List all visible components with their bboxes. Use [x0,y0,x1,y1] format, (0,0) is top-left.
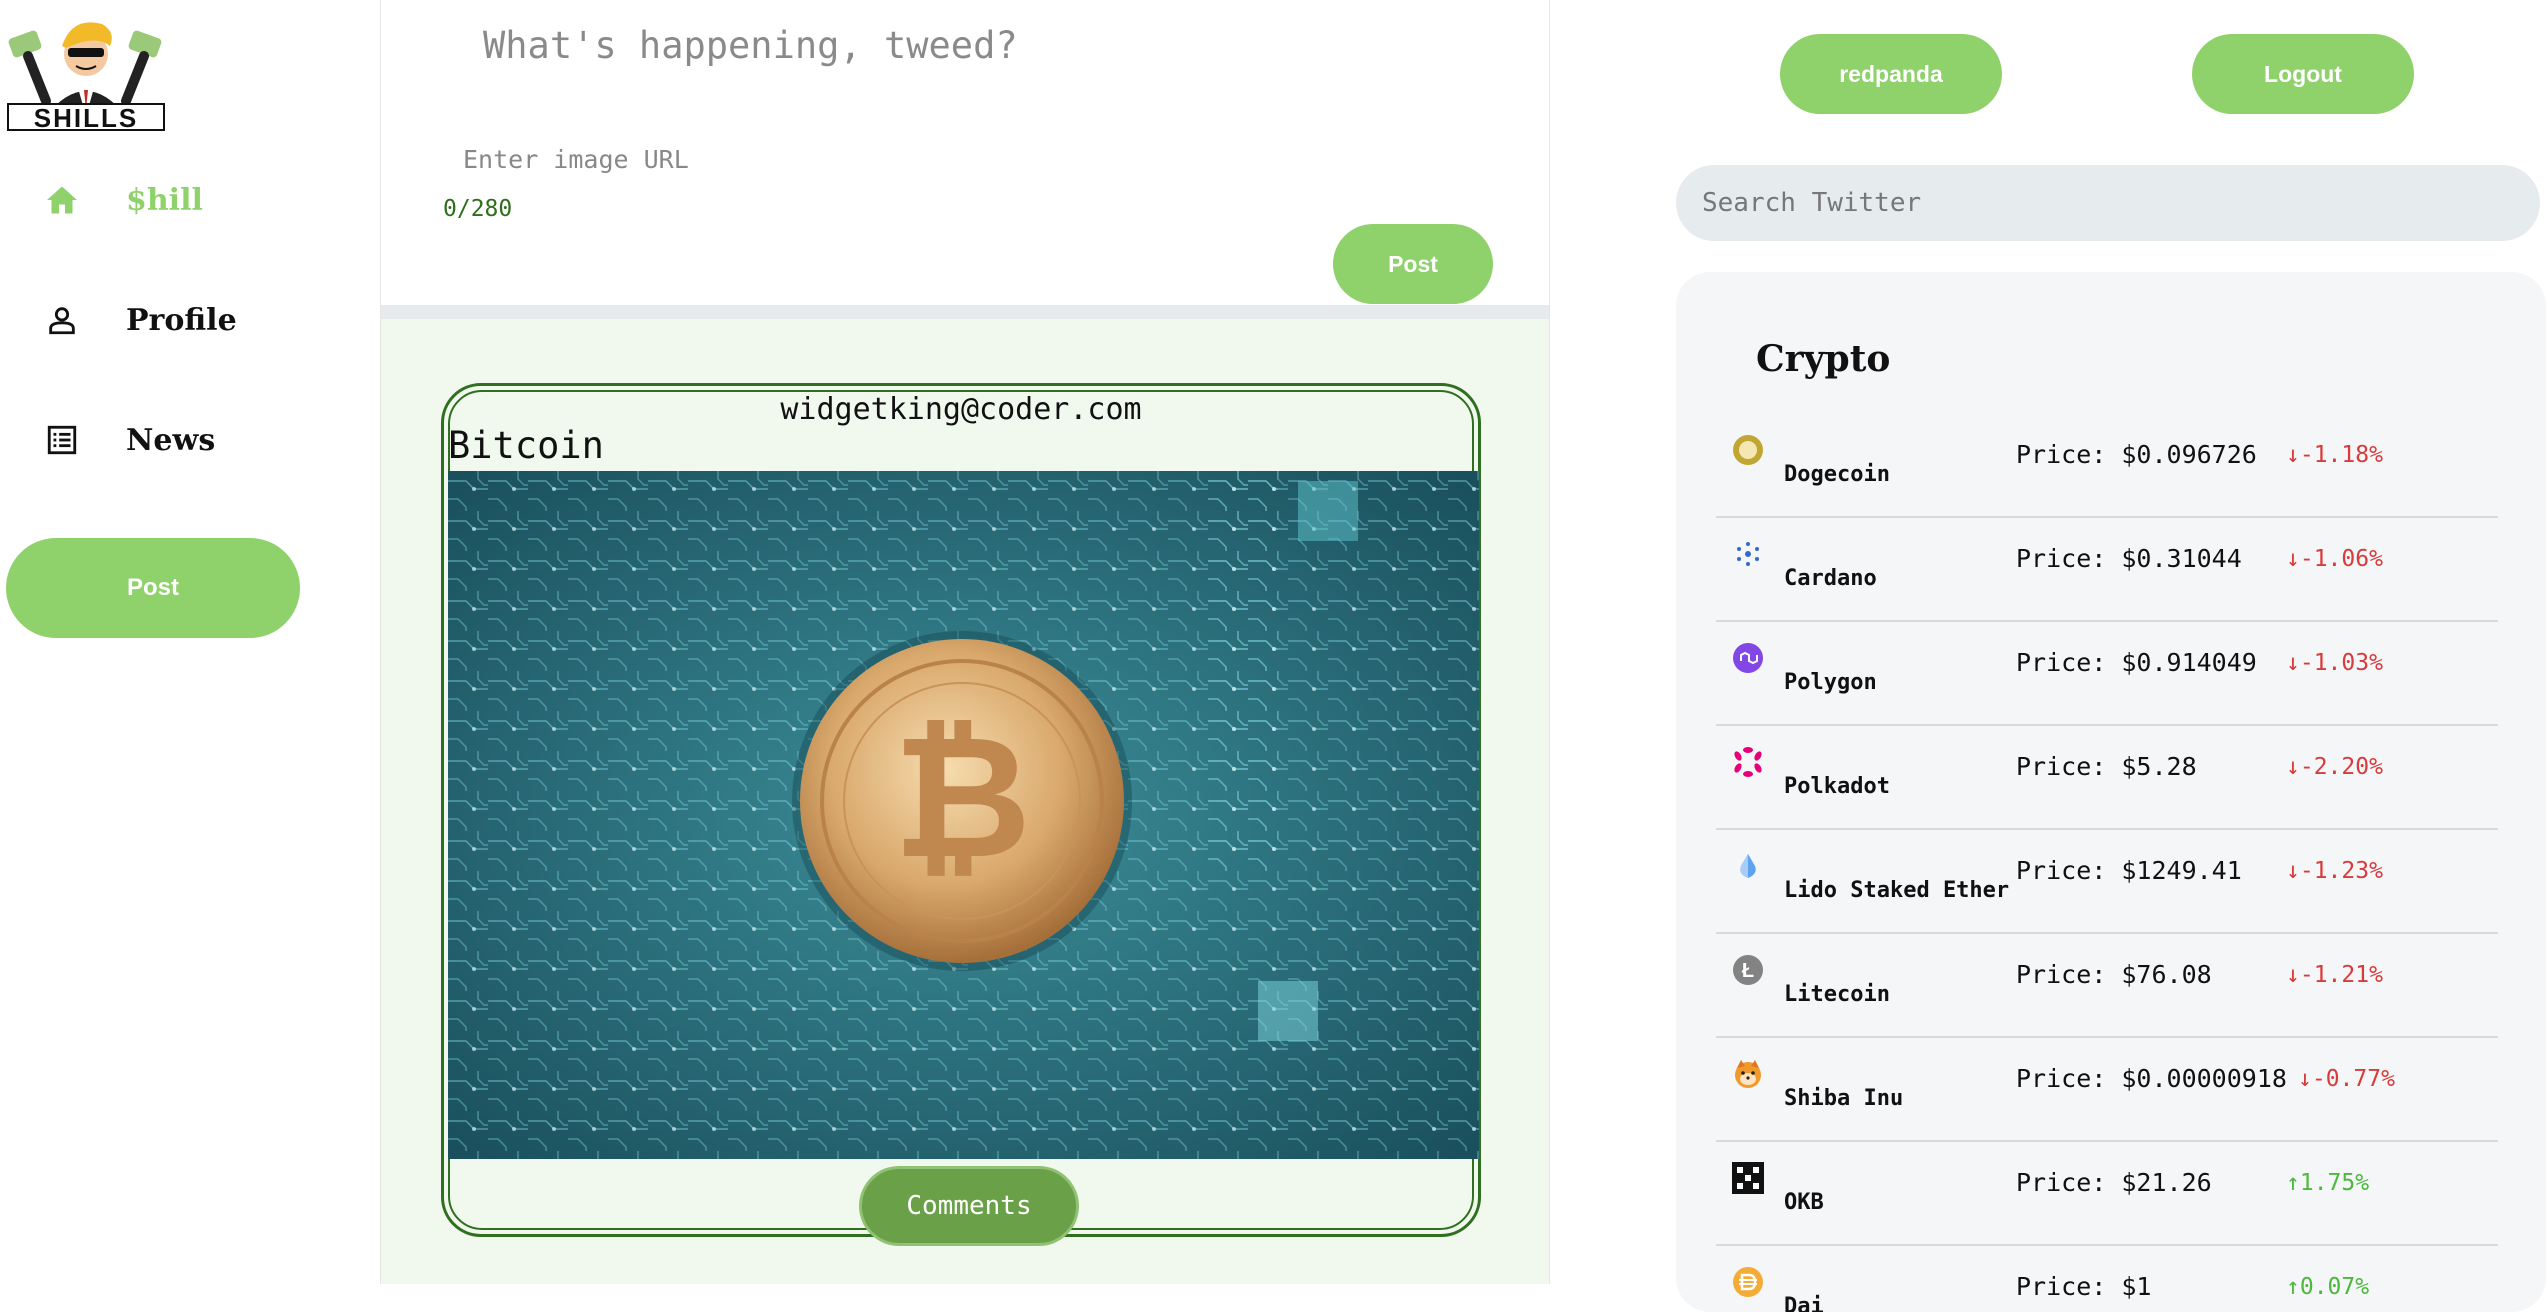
crypto-row-shiba-inu[interactable]: Shiba Inu Price: $0.00000918 ↓-0.77% [1716,1038,2498,1142]
crypto-row-litecoin[interactable]: Ł Litecoin Price: $76.08 ↓-1.21% [1716,934,2498,1038]
crypto-change: ↑1.75% [2286,1170,2370,1196]
tweet-title: Bitcoin [448,424,604,467]
home-icon [40,178,84,222]
person-icon [40,298,84,342]
crypto-price: Price: $1249.41 [2016,856,2242,885]
crypto-change: ↓-1.03% [2286,650,2383,676]
cardano-icon [1737,542,1759,566]
nav-item-news[interactable]: News [40,410,215,470]
crypto-name: Litecoin [1784,982,1890,1007]
nav-label-news: News [126,422,216,458]
crypto-price: Price: $0.31044 [2016,544,2242,573]
lido-icon [1740,854,1756,878]
crypto-name: Shiba Inu [1784,1086,1904,1111]
crypto-row-polygon[interactable]: Polygon Price: $0.914049 ↓-1.03% [1716,622,2498,726]
character-counter: 0/280 [443,196,513,222]
crypto-change: ↓-1.06% [2286,546,2383,572]
crypto-price: Price: $21.26 [2016,1168,2212,1197]
crypto-name: OKB [1784,1190,1824,1215]
crypto-row-okb[interactable]: OKB Price: $21.26 ↑1.75% [1716,1142,2498,1246]
okb-icon [1732,1162,1764,1194]
dogecoin-icon [1733,435,1763,465]
crypto-name: Polygon [1784,670,1877,695]
tweet-feed: widgetking@coder.com Bitcoin ₿ Comments [381,319,1549,1284]
svg-text:₿: ₿ [893,703,1032,893]
tweet-image[interactable]: ₿ [448,471,1479,1159]
crypto-row-cardano[interactable]: Cardano Price: $0.31044 ↓-1.06% [1716,518,2498,622]
crypto-change: ↓-1.21% [2286,962,2383,988]
composer-divider [381,305,1549,319]
logo-text: SHILLS [33,103,139,133]
crypto-row-lido-staked-ether[interactable]: Lido Staked Ether Price: $1249.41 ↓-1.23… [1716,830,2498,934]
crypto-name: Polkadot [1784,774,1890,799]
crypto-price: Price: $5.28 [2016,752,2197,781]
main-feed-column: 0/280 Post widgetking@coder.com Bitcoin [381,0,1550,1284]
crypto-change: ↓-2.20% [2286,754,2383,780]
right-sidebar: redpanda Logout Crypto Dogecoin Price: $… [1550,0,2548,1312]
comments-button[interactable]: Comments [859,1166,1079,1246]
nav-label-shill: $hill [126,182,203,218]
svg-text:Ł: Ł [1742,960,1754,982]
nav-label-profile: Profile [126,302,237,338]
tweet-composer: 0/280 Post [381,0,1549,305]
crypto-change: ↓-0.77% [2298,1066,2395,1092]
shills-logo[interactable]: SHILLS [6,6,166,134]
polkadot-icon [1734,747,1762,777]
crypto-price: Price: $0.914049 [2016,648,2257,677]
crypto-list: Dogecoin Price: $0.096726 ↓-1.18% Cardan… [1716,414,2498,1312]
crypto-name: Lido Staked Ether [1784,878,2010,903]
crypto-panel: Crypto Dogecoin Price: $0.096726 ↓-1.18%… [1676,272,2546,1312]
crypto-heading: Crypto [1756,338,1891,380]
search-input[interactable] [1676,165,2540,241]
tweet-author[interactable]: widgetking@coder.com [444,392,1478,427]
crypto-price: Price: $0.00000918 [2016,1064,2287,1093]
crypto-name: Dogecoin [1784,462,1890,487]
shiba-inu-icon [1735,1060,1761,1088]
compose-post-button[interactable]: Post [1333,224,1493,304]
left-sidebar: SHILLS $hill Profile News Post [0,0,381,1284]
crypto-row-polkadot[interactable]: Polkadot Price: $5.28 ↓-2.20% [1716,726,2498,830]
crypto-change: ↑0.07% [2286,1274,2370,1300]
news-icon [40,418,84,462]
bitcoin-circuit-image: ₿ [448,471,1479,1159]
tweet-card: widgetking@coder.com Bitcoin ₿ Comments [441,383,1481,1246]
crypto-name: Dai [1784,1294,1824,1312]
crypto-name: Cardano [1784,566,1877,591]
nav-item-shill[interactable]: $hill [40,170,203,230]
crypto-price: Price: $76.08 [2016,960,2212,989]
username-button[interactable]: redpanda [1780,34,2002,114]
dai-icon [1733,1267,1763,1297]
nav-item-profile[interactable]: Profile [40,290,237,350]
crypto-change: ↓-1.23% [2286,858,2383,884]
image-url-input[interactable] [461,138,1065,180]
logout-button[interactable]: Logout [2192,34,2414,114]
crypto-change: ↓-1.18% [2286,442,2383,468]
crypto-price: Price: $1 [2016,1272,2152,1301]
litecoin-icon: Ł [1733,955,1763,985]
crypto-row-dogecoin[interactable]: Dogecoin Price: $0.096726 ↓-1.18% [1716,414,2498,518]
polygon-icon [1733,643,1763,673]
compose-input[interactable] [481,14,1385,76]
crypto-row-dai[interactable]: Dai Price: $1 ↑0.07% [1716,1246,2498,1312]
sidebar-post-button[interactable]: Post [6,538,300,638]
crypto-price: Price: $0.096726 [2016,440,2257,469]
